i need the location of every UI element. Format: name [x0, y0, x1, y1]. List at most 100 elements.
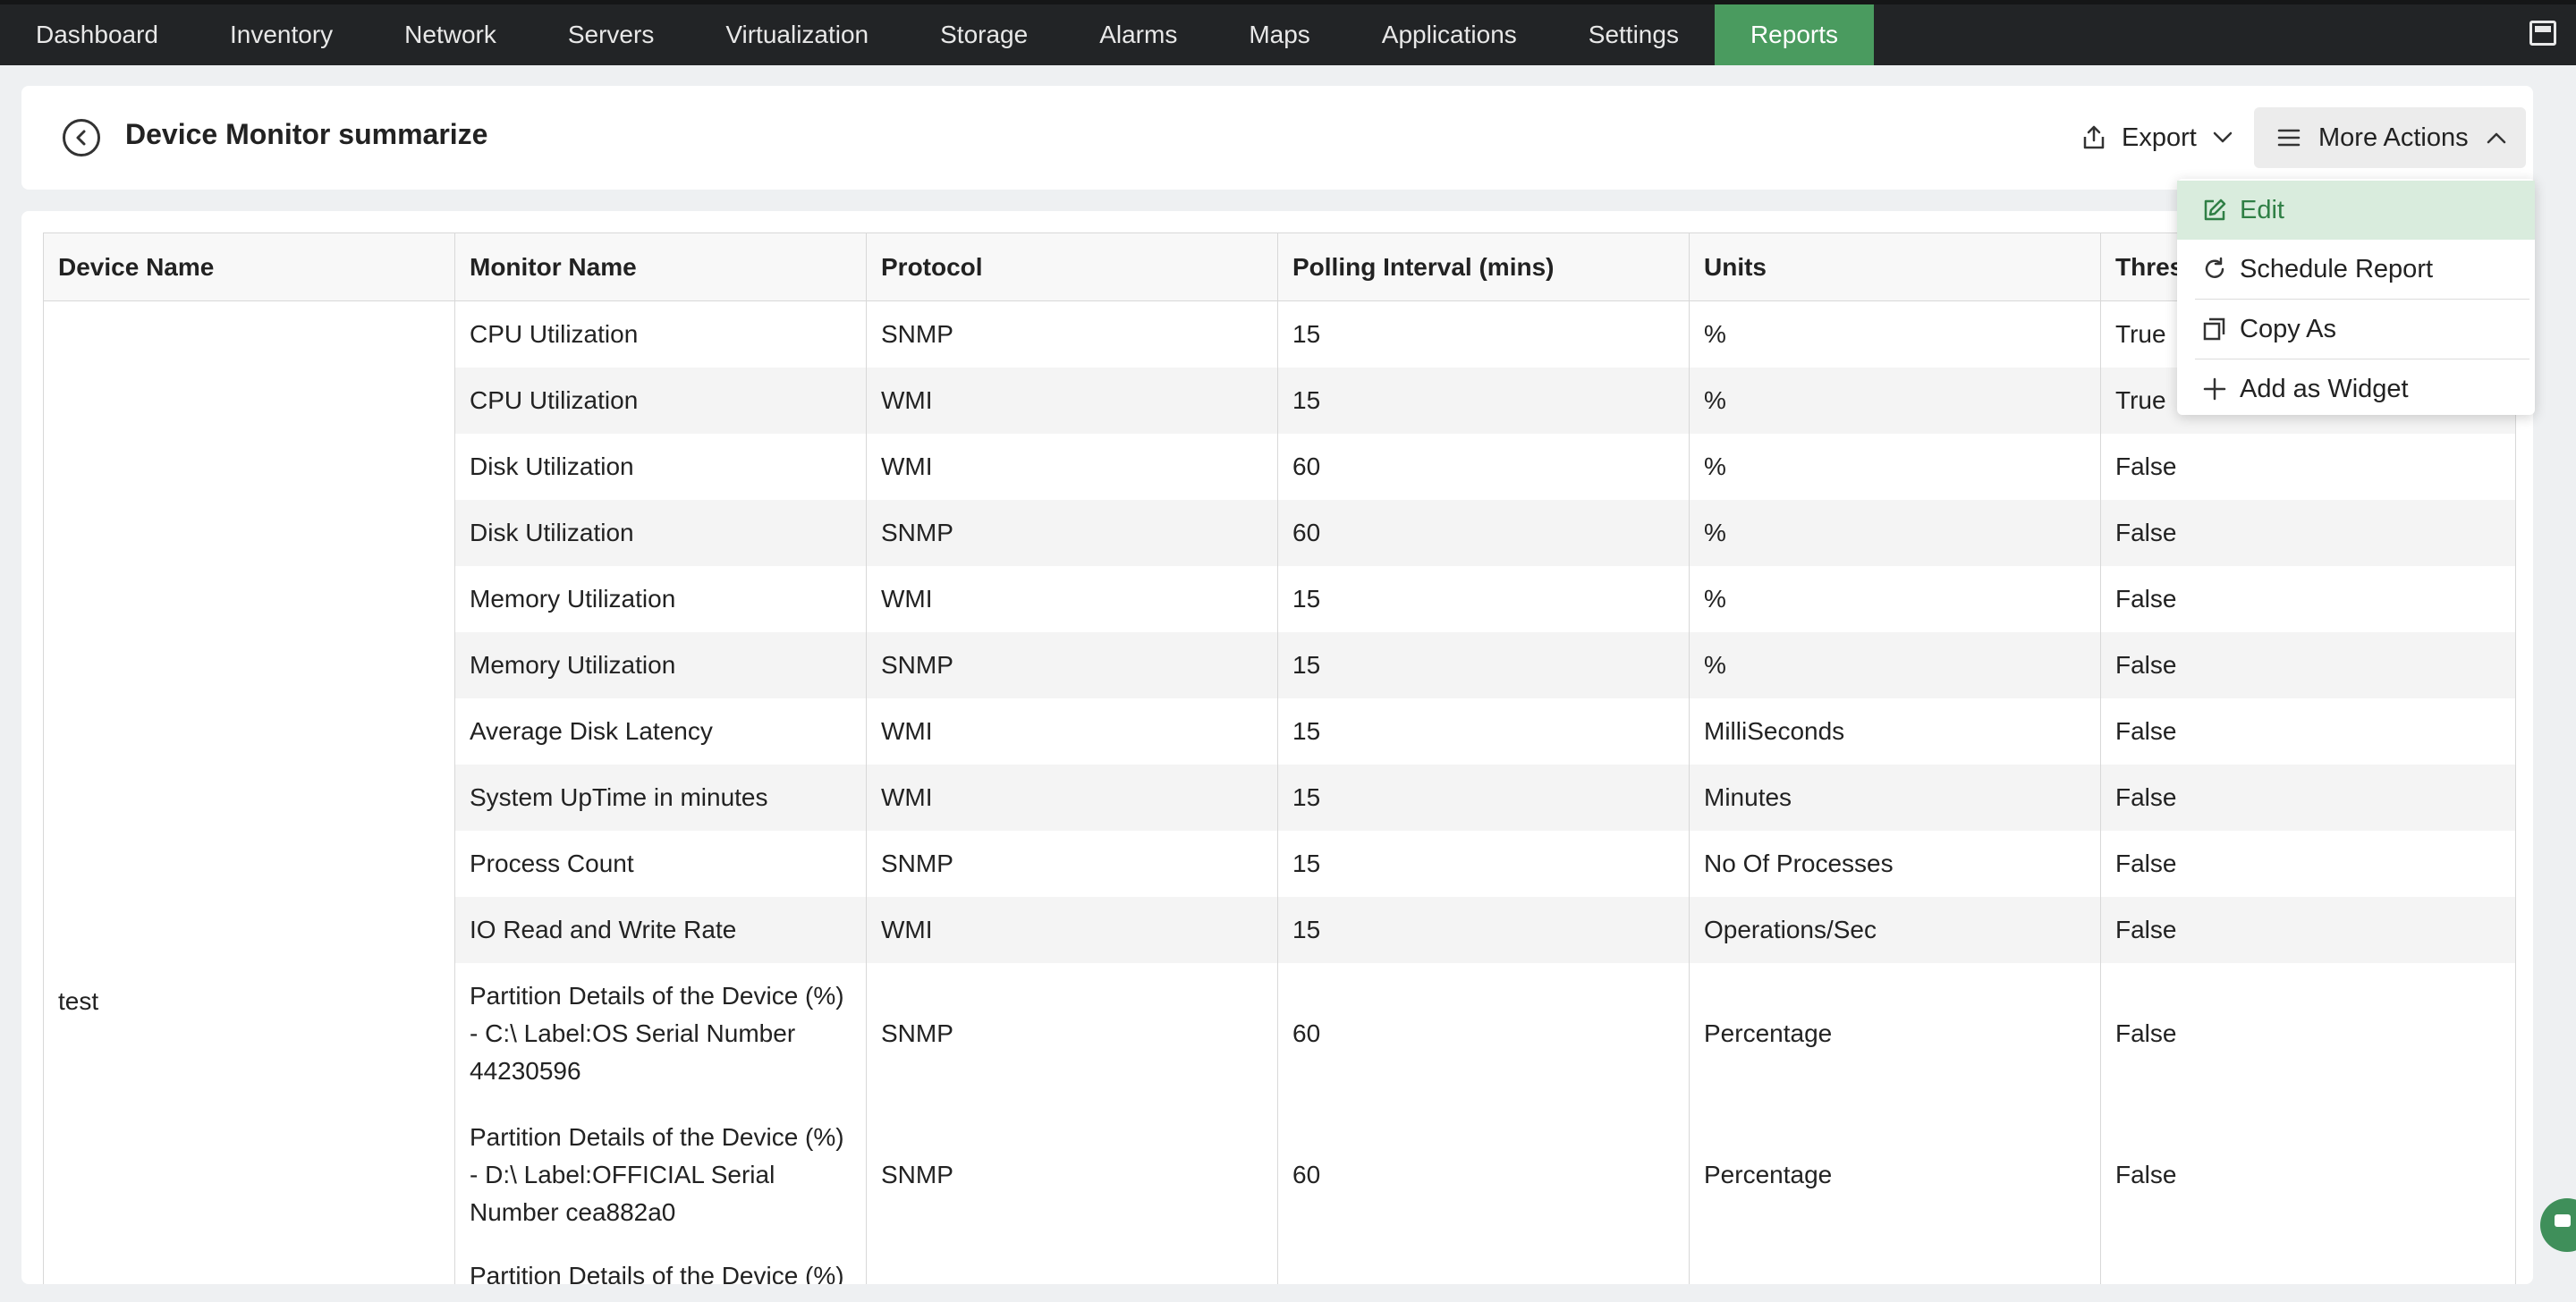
column-header-monitor-name[interactable]: Monitor Name — [454, 232, 867, 301]
report-header: Device Monitor summarize Export More Act… — [21, 86, 2533, 190]
protocol-cell: WMI — [866, 896, 1278, 963]
interval-cell: 60 — [1277, 499, 1690, 566]
threshold-cell: False — [2100, 698, 2516, 765]
back-arrow-circle-icon[interactable] — [63, 119, 100, 156]
table-header-row: Device Name Monitor Name Protocol Pollin… — [43, 232, 2516, 301]
threshold-cell: False — [2100, 565, 2516, 632]
nav-item-settings[interactable]: Settings — [1553, 4, 1715, 65]
monitor-name-cell: IO Read and Write Rate — [454, 896, 867, 963]
menu-item-add-as-widget[interactable]: Add as Widget — [2182, 359, 2529, 418]
threshold-cell: False — [2100, 962, 2516, 1104]
threshold-cell: False — [2100, 631, 2516, 698]
window-icon[interactable] — [2529, 21, 2556, 46]
nav-item-dashboard[interactable]: Dashboard — [0, 4, 194, 65]
units-cell: % — [1689, 433, 2101, 500]
units-cell: % — [1689, 300, 2101, 368]
menu-item-label: Edit — [2240, 195, 2284, 224]
units-cell — [1689, 1245, 2101, 1284]
monitor-name-cell: System UpTime in minutes — [454, 764, 867, 831]
interval-cell: 15 — [1277, 830, 1690, 897]
menu-item-copy-as[interactable]: Copy As — [2182, 300, 2529, 359]
protocol-cell: WMI — [866, 367, 1278, 434]
monitor-name-cell: Memory Utilization — [454, 631, 867, 698]
interval-cell: 15 — [1277, 896, 1690, 963]
menu-item-schedule-report[interactable]: Schedule Report — [2182, 240, 2529, 299]
protocol-cell: SNMP — [866, 300, 1278, 368]
monitor-name-cell: Partition Details of the Device (%) - D:… — [454, 1103, 867, 1246]
column-header-units[interactable]: Units — [1689, 232, 2101, 301]
monitor-name-cell: Disk Utilization — [454, 433, 867, 500]
protocol-cell: SNMP — [866, 962, 1278, 1104]
protocol-cell: WMI — [866, 764, 1278, 831]
protocol-cell — [866, 1245, 1278, 1284]
protocol-cell: SNMP — [866, 631, 1278, 698]
monitor-name-cell: Disk Utilization — [454, 499, 867, 566]
protocol-cell: WMI — [866, 565, 1278, 632]
interval-cell: 60 — [1277, 1103, 1690, 1246]
monitor-name-cell: Partition Details of the Device (%) - C:… — [454, 962, 867, 1104]
nav-item-network[interactable]: Network — [369, 4, 532, 65]
menu-item-label: Copy As — [2240, 314, 2336, 343]
units-cell: % — [1689, 565, 2101, 632]
monitor-name-cell: Memory Utilization — [454, 565, 867, 632]
table-row: test CPU Utilization SNMP 15 % True — [43, 300, 2516, 1284]
column-header-protocol[interactable]: Protocol — [866, 232, 1278, 301]
protocol-cell: SNMP — [866, 830, 1278, 897]
interval-cell: 15 — [1277, 764, 1690, 831]
units-cell: Percentage — [1689, 962, 2101, 1104]
monitor-name-cell: Partition Details of the Device (%) — [454, 1245, 867, 1284]
interval-cell: 15 — [1277, 300, 1690, 368]
nav-item-inventory[interactable]: Inventory — [194, 4, 369, 65]
chevron-down-icon — [2213, 131, 2233, 144]
threshold-cell: False — [2100, 896, 2516, 963]
column-header-device-name[interactable]: Device Name — [43, 232, 455, 301]
units-cell: % — [1689, 499, 2101, 566]
menu-item-label: Schedule Report — [2240, 254, 2434, 283]
export-button[interactable]: Export — [2070, 107, 2245, 168]
more-actions-menu: Edit Schedule Report Copy As Add as Widg… — [2177, 179, 2535, 415]
column-header-polling-interval[interactable]: Polling Interval (mins) — [1277, 232, 1690, 301]
report-table-card: Device Name Monitor Name Protocol Pollin… — [21, 211, 2533, 1284]
nav-item-applications[interactable]: Applications — [1346, 4, 1553, 65]
nav-item-virtualization[interactable]: Virtualization — [690, 4, 904, 65]
threshold-cell: False — [2100, 1103, 2516, 1246]
nav-item-alarms[interactable]: Alarms — [1063, 4, 1213, 65]
more-actions-label: More Actions — [2318, 123, 2469, 152]
monitor-name-cell: Process Count — [454, 830, 867, 897]
menu-item-label: Add as Widget — [2240, 374, 2409, 403]
threshold-cell: False — [2100, 499, 2516, 566]
units-cell: % — [1689, 367, 2101, 434]
units-cell: Operations/Sec — [1689, 896, 2101, 963]
interval-cell: 15 — [1277, 698, 1690, 765]
menu-item-edit[interactable]: Edit — [2177, 181, 2535, 240]
interval-cell: 15 — [1277, 367, 1690, 434]
units-cell: MilliSeconds — [1689, 698, 2101, 765]
interval-cell: 15 — [1277, 631, 1690, 698]
protocol-cell: WMI — [866, 698, 1278, 765]
units-cell: Minutes — [1689, 764, 2101, 831]
protocol-cell: WMI — [866, 433, 1278, 500]
top-navigation: Dashboard Inventory Network Servers Virt… — [0, 0, 2576, 65]
nav-item-maps[interactable]: Maps — [1213, 4, 1345, 65]
export-label: Export — [2122, 123, 2197, 152]
copy-icon — [2202, 317, 2227, 342]
nav-item-servers[interactable]: Servers — [532, 4, 690, 65]
nav-item-storage[interactable]: Storage — [904, 4, 1063, 65]
interval-cell — [1277, 1245, 1690, 1284]
nav-item-reports[interactable]: Reports — [1714, 4, 1874, 65]
monitor-name-cell: CPU Utilization — [454, 367, 867, 434]
units-cell: % — [1689, 631, 2101, 698]
report-table: Device Name Monitor Name Protocol Pollin… — [43, 232, 2516, 1284]
page-title: Device Monitor summarize — [125, 118, 488, 150]
device-name-cell: test — [43, 300, 455, 1284]
hamburger-icon — [2277, 128, 2301, 148]
monitor-name-cell: CPU Utilization — [454, 300, 867, 368]
monitor-name-cell: Average Disk Latency — [454, 698, 867, 765]
protocol-cell: SNMP — [866, 1103, 1278, 1246]
chat-icon[interactable] — [2540, 1198, 2576, 1252]
protocol-cell: SNMP — [866, 499, 1278, 566]
more-actions-button[interactable]: More Actions — [2254, 107, 2526, 168]
interval-cell: 60 — [1277, 962, 1690, 1104]
edit-icon — [2202, 198, 2227, 223]
schedule-icon — [2202, 257, 2227, 282]
